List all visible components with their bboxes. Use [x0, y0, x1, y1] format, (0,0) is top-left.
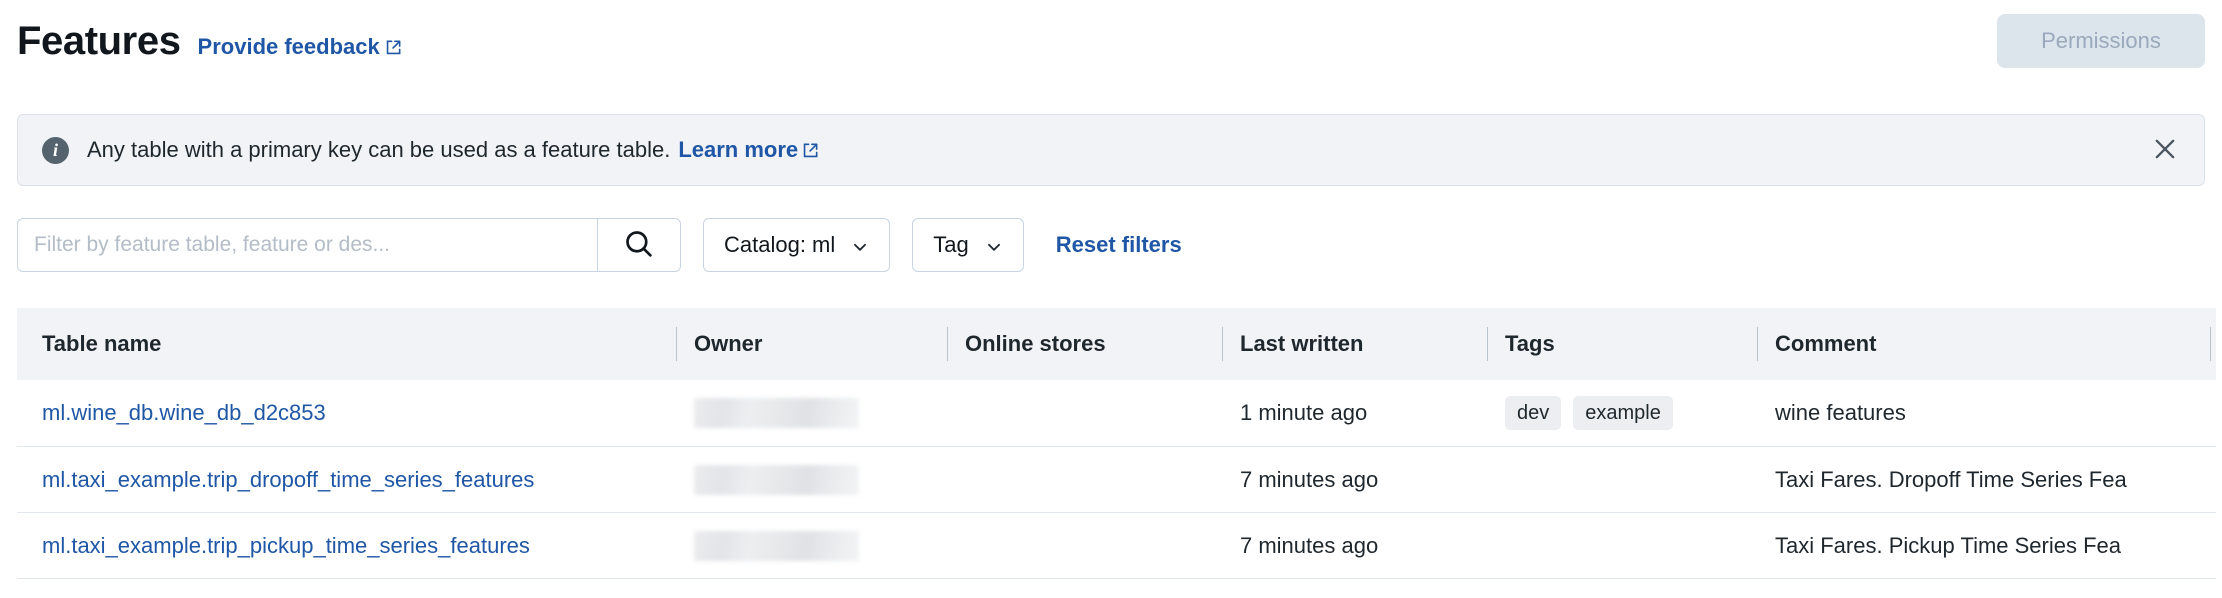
column-resize-handle[interactable]: [2210, 327, 2211, 361]
column-resize-handle[interactable]: [947, 327, 948, 361]
page-title: Features: [17, 21, 181, 61]
provide-feedback-label: Provide feedback: [198, 34, 380, 60]
search-input[interactable]: [17, 218, 597, 272]
owner-redacted-value: [694, 531, 859, 561]
table-header-row: Table name Owner Online stores Last writ…: [17, 308, 2216, 380]
banner-message: Any table with a primary key can be used…: [87, 137, 670, 163]
cell-table-name: ml.taxi_example.trip_pickup_time_series_…: [24, 513, 676, 579]
tag-badge: example: [1573, 396, 1673, 430]
search-group: [17, 218, 681, 272]
banner-close-button[interactable]: [2148, 133, 2182, 167]
chevron-down-icon: [851, 236, 869, 254]
cell-online-stores: [947, 447, 1222, 513]
features-table: Table name Owner Online stores Last writ…: [17, 308, 2216, 579]
table-name-link[interactable]: ml.taxi_example.trip_dropoff_time_series…: [42, 467, 534, 493]
owner-redacted-value: [694, 398, 859, 428]
cell-comment: wine features: [1757, 380, 2210, 446]
column-resize-handle[interactable]: [676, 327, 677, 361]
tag-dropdown-label: Tag: [933, 232, 968, 258]
cell-owner: [676, 380, 947, 446]
search-icon: [622, 227, 656, 264]
cell-owner: [676, 513, 947, 579]
external-link-icon: [385, 39, 402, 56]
search-button[interactable]: [597, 218, 681, 272]
table-row[interactable]: ml.taxi_example.trip_pickup_time_series_…: [17, 512, 2216, 578]
info-circle-icon: i: [42, 137, 69, 164]
column-resize-handle[interactable]: [1487, 327, 1488, 361]
table-row[interactable]: ml.taxi_example.trip_dropoff_time_series…: [17, 446, 2216, 512]
cell-tags: [1487, 447, 1757, 513]
cell-tags: dev example: [1487, 380, 1757, 446]
banner-message-group: Any table with a primary key can be used…: [87, 137, 819, 163]
owner-redacted-value: [694, 465, 859, 495]
reset-filters-link[interactable]: Reset filters: [1056, 232, 1182, 258]
column-resize-handle[interactable]: [1757, 327, 1758, 361]
title-group: Features Provide feedback: [17, 21, 402, 61]
page-header: Features Provide feedback Permissions: [0, 0, 2222, 82]
cell-last-written: 7 minutes ago: [1222, 513, 1487, 579]
cell-comment: Taxi Fares. Pickup Time Series Fea: [1757, 513, 2210, 579]
close-icon: [2151, 135, 2179, 166]
table-name-link[interactable]: ml.taxi_example.trip_pickup_time_series_…: [42, 533, 530, 559]
column-header-table-name[interactable]: Table name: [24, 308, 676, 380]
cell-tags: [1487, 513, 1757, 579]
column-header-comment[interactable]: Comment: [1757, 308, 2210, 380]
tag-badge: dev: [1505, 396, 1561, 430]
learn-more-link[interactable]: Learn more: [678, 137, 819, 163]
cell-online-stores: [947, 380, 1222, 446]
filter-bar: Catalog: ml Tag Reset filters: [17, 218, 1182, 272]
column-header-online-stores[interactable]: Online stores: [947, 308, 1222, 380]
table-body: ml.wine_db.wine_db_d2c853 1 minute ago d…: [17, 380, 2216, 579]
cell-last-written: 7 minutes ago: [1222, 447, 1487, 513]
table-name-link[interactable]: ml.wine_db.wine_db_d2c853: [42, 400, 326, 426]
chevron-down-icon: [985, 236, 1003, 254]
provide-feedback-link[interactable]: Provide feedback: [198, 34, 402, 60]
cell-comment: Taxi Fares. Dropoff Time Series Fea: [1757, 447, 2210, 513]
catalog-dropdown-label: Catalog: ml: [724, 232, 835, 258]
info-banner: i Any table with a primary key can be us…: [17, 114, 2205, 186]
cell-online-stores: [947, 513, 1222, 579]
cell-table-name: ml.taxi_example.trip_dropoff_time_series…: [24, 447, 676, 513]
external-link-icon: [802, 142, 819, 159]
column-header-last-written[interactable]: Last written: [1222, 308, 1487, 380]
table-row[interactable]: ml.wine_db.wine_db_d2c853 1 minute ago d…: [17, 380, 2216, 446]
catalog-dropdown[interactable]: Catalog: ml: [703, 218, 890, 272]
cell-owner: [676, 447, 947, 513]
column-header-owner[interactable]: Owner: [676, 308, 947, 380]
learn-more-label: Learn more: [678, 137, 798, 163]
features-page: Features Provide feedback Permissions i …: [0, 0, 2222, 598]
cell-last-written: 1 minute ago: [1222, 380, 1487, 446]
column-resize-handle[interactable]: [1222, 327, 1223, 361]
column-header-tags[interactable]: Tags: [1487, 308, 1757, 380]
cell-table-name: ml.wine_db.wine_db_d2c853: [24, 380, 676, 446]
tag-dropdown[interactable]: Tag: [912, 218, 1023, 272]
permissions-button[interactable]: Permissions: [1997, 14, 2205, 68]
